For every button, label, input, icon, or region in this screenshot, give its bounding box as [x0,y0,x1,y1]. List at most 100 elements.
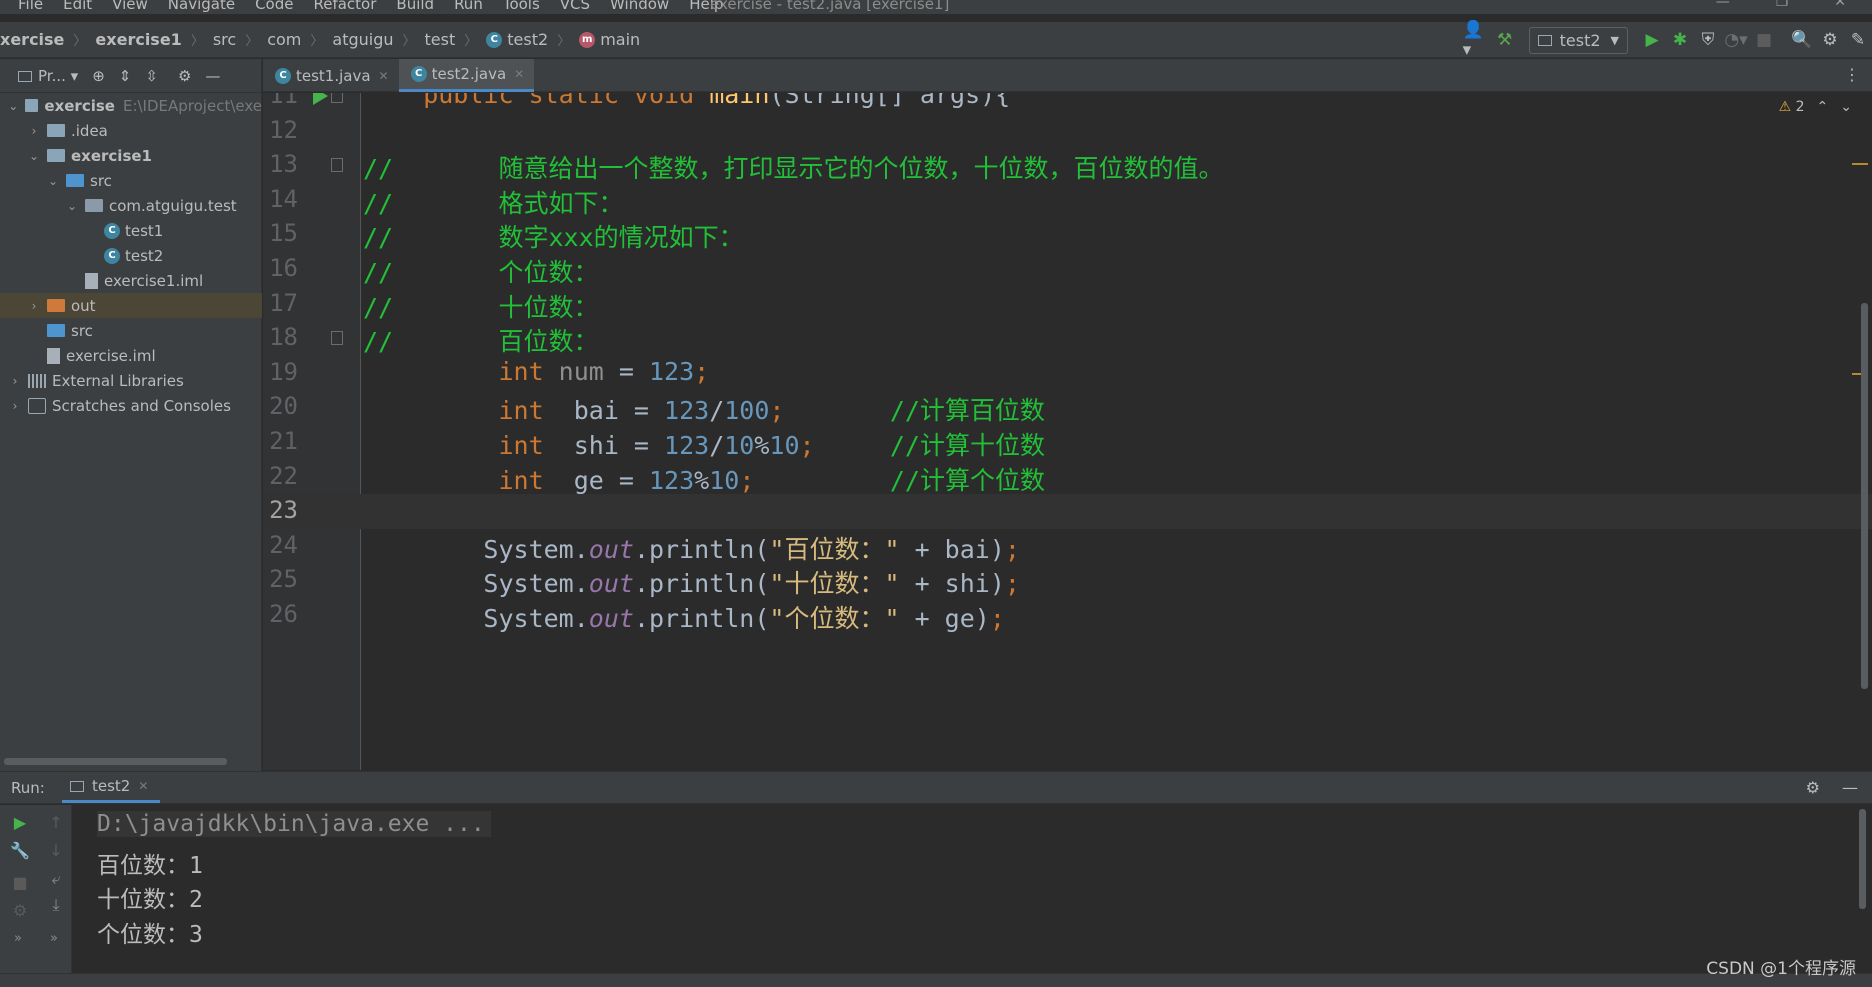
tree-item[interactable]: src [0,318,262,343]
close-window-icon[interactable]: ✕ [1834,0,1846,10]
menu-edit[interactable]: Edit [51,0,100,13]
gear-icon[interactable]: ⚙ [10,901,30,921]
more-actions-icon[interactable]: » [44,929,64,949]
breadcrumb-item[interactable]: m main [579,30,640,49]
package-icon [85,199,103,212]
ide-update-icon[interactable]: ✎ [1844,26,1872,54]
menu-run[interactable]: Run [442,0,491,13]
fold-marker-icon[interactable] [331,158,343,173]
code-text: public static void main(String[] args){ [363,93,1010,109]
line-number: 16 [269,254,298,282]
chevron-right-icon[interactable]: › [27,124,41,138]
stop-icon[interactable]: ■ [10,873,30,893]
breadcrumb-item[interactable]: src [213,30,236,49]
prev-highlight-icon[interactable]: ⌃ [1817,99,1829,115]
chevron-down-icon[interactable]: ⌄ [46,174,60,188]
soft-wrap-icon[interactable]: ⤶ [46,869,66,889]
build-hammer-icon[interactable]: ⚒ [1491,26,1519,54]
restore-icon[interactable]: ❐ [1776,0,1789,10]
project-view-selector[interactable]: Pr... ▾ [18,67,78,85]
tree-item[interactable]: exercise.iml [0,343,262,368]
locate-target-icon[interactable]: ⊕ [92,67,105,85]
debug-icon[interactable]: ✱ [1666,26,1694,54]
wrench-icon[interactable]: 🔧 [10,841,30,861]
menu-view[interactable]: View [100,0,156,13]
menu-vcs[interactable]: VCS [548,0,598,13]
tree-item[interactable]: › .idea [0,118,262,143]
breadcrumb-item[interactable]: xercise [0,30,64,49]
breadcrumb-item[interactable]: test [425,30,456,49]
menu-tools[interactable]: Tools [491,0,548,13]
inspection-widget[interactable]: ⚠ 2 ⌃ ⌄ [1779,99,1852,115]
watermark: CSDN @1个程序源 [1706,959,1856,979]
run-gutter-icon[interactable] [313,93,328,105]
tree-item[interactable]: › External Libraries [0,368,262,393]
user-icon[interactable]: 👤▾ [1463,20,1491,60]
minimize-icon[interactable]: — [1716,0,1730,10]
tree-item[interactable]: ⌄ exercise E:\IDEAproject\exe [0,93,262,118]
tree-item[interactable]: ⌄ exercise1 [0,143,262,168]
rerun-icon[interactable]: ▶ [10,813,30,833]
expand-all-icon[interactable]: ⇕ [119,67,132,85]
breadcrumb-item[interactable]: Ctest2 [486,30,548,49]
run-icon[interactable]: ▶ [1638,26,1666,54]
menu-code[interactable]: Code [243,0,301,13]
source-folder-icon [66,174,84,187]
scroll-to-end-icon[interactable]: ⤓ [46,895,66,915]
stop-icon[interactable]: ■ [1750,26,1778,54]
gear-icon[interactable]: ⚙ [178,67,191,85]
close-tab-icon[interactable]: ✕ [514,67,524,81]
run-console-output[interactable]: D:\javajdkk\bin\java.exe ... 百位数：1 十位数：2 个位… [73,805,1872,973]
menu-window[interactable]: Window [598,0,677,13]
project-horizontal-scrollbar[interactable] [4,758,227,765]
collapse-all-icon[interactable]: ⇳ [145,67,158,85]
chevron-right-icon[interactable]: › [8,399,22,413]
breadcrumb-item[interactable]: exercise1 [95,30,181,49]
code-token: 123 [664,396,710,426]
settings-gear-icon[interactable]: ⚙ [1816,26,1844,54]
down-arrow-icon[interactable]: ↓ [46,841,66,861]
close-tab-icon[interactable]: ✕ [138,779,148,793]
profile-icon[interactable]: ◔▾ [1722,26,1750,54]
tab-test2-java[interactable]: Ctest2.java ✕ [398,59,535,92]
tree-item[interactable]: Ctest2 [0,243,262,268]
tree-item[interactable]: Ctest1 [0,218,262,243]
tree-item[interactable]: › out [0,293,262,318]
tree-item[interactable]: ⌄ src [0,168,262,193]
menu-file[interactable]: File [6,0,51,13]
chevron-down-icon[interactable]: ⌄ [27,149,41,163]
breadcrumb-item[interactable]: com [267,30,301,49]
up-arrow-icon[interactable]: ↑ [46,813,66,833]
close-tab-icon[interactable]: ✕ [379,69,389,83]
console-scrollbar[interactable] [1859,809,1866,909]
chevron-down-icon[interactable]: ⌄ [65,199,79,213]
breadcrumb-item[interactable]: atguigu [332,30,393,49]
coverage-icon[interactable]: ⛨ [1694,26,1722,54]
tree-item[interactable]: › Scratches and Consoles [0,393,262,418]
run-configuration-selector[interactable]: test2 ▼ [1528,26,1628,54]
menu-refactor[interactable]: Refactor [301,0,384,13]
tab-test1-java[interactable]: Ctest1.java ✕ [263,59,399,92]
chevron-right-icon[interactable]: › [8,374,22,388]
editor-vertical-scrollbar[interactable] [1861,303,1868,689]
settings-gear-icon[interactable]: ⚙ [1806,778,1820,797]
next-highlight-icon[interactable]: ⌄ [1840,99,1852,115]
chevron-down-icon[interactable]: ⌄ [8,99,19,113]
chevron-right-icon[interactable]: › [27,299,41,313]
code-token: out [588,569,634,599]
more-options-icon[interactable]: ⋮ [1844,65,1860,84]
hide-panel-icon[interactable]: — [205,67,220,85]
menu-build[interactable]: Build [384,0,442,13]
menu-navigate[interactable]: Navigate [156,0,243,13]
fold-marker-icon[interactable] [331,93,343,103]
project-toolbar: Pr... ▾ ⊕ ⇕ ⇳ ⚙ — [0,59,261,93]
hide-panel-icon[interactable]: — [1842,778,1858,797]
tree-item[interactable]: exercise1.iml [0,268,262,293]
warning-stripe[interactable] [1852,163,1868,165]
more-actions-icon[interactable]: » [8,929,28,949]
tree-item[interactable]: ⌄ com.atguigu.test [0,193,262,218]
search-icon[interactable]: 🔍 [1788,26,1816,54]
run-tab-test2[interactable]: test2 ✕ [62,772,161,803]
fold-marker-icon[interactable] [331,331,343,346]
code-editor[interactable]: 11 public static void main(String[] args… [263,93,1872,770]
